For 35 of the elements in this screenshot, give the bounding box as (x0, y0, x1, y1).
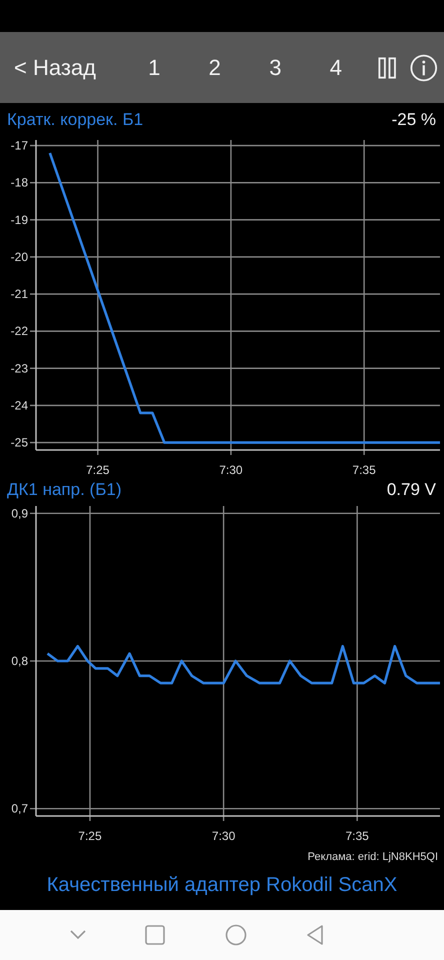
tick-label: -24 (10, 398, 28, 412)
tick-label: -21 (10, 287, 28, 302)
page-button[interactable]: 4 (306, 54, 366, 80)
page-button[interactable]: 1 (124, 54, 185, 80)
tick-label: -20 (10, 250, 28, 264)
chevron-down-icon[interactable] (70, 930, 86, 940)
page-button[interactable]: 2 (184, 54, 246, 80)
home-icon[interactable] (224, 924, 247, 946)
tick-label: 0,9 (11, 506, 28, 520)
tick-label: 7:35 (352, 463, 376, 477)
tick-label: -19 (10, 212, 28, 227)
reading: -25 % (392, 110, 436, 130)
chart-title: Кратк. коррек. Б1 (7, 110, 144, 130)
page-button[interactable]: 3 (245, 54, 306, 80)
tick-label: -23 (10, 361, 28, 376)
tick-label: 0,7 (11, 802, 28, 816)
back-icon[interactable] (306, 925, 324, 945)
tick-label: 7:35 (346, 829, 369, 843)
chart-title: ДК1 напр. (Б1) (7, 480, 122, 500)
ad-label: Реклама: erid: LjN8KH5QI (308, 850, 438, 862)
recent-apps-icon[interactable] (145, 925, 166, 945)
tick-label: -17 (10, 138, 28, 153)
tick-label: 7:30 (212, 829, 236, 843)
tick-label: 0,8 (11, 654, 28, 668)
tick-label: -25 (10, 436, 28, 450)
tick-label: 7:25 (78, 829, 102, 843)
tick-label: -22 (10, 324, 28, 338)
ad-link[interactable]: Качественный адаптер Rokodil ScanX (46, 874, 398, 896)
info-icon[interactable] (410, 52, 438, 82)
reading: 0.79 V (386, 480, 436, 500)
pause-icon[interactable] (378, 56, 396, 80)
tick-label: 7:25 (86, 463, 110, 477)
tick-label: 7:30 (219, 463, 243, 477)
back-button[interactable]: < Назад (14, 54, 96, 80)
tick-label: -18 (10, 176, 28, 190)
